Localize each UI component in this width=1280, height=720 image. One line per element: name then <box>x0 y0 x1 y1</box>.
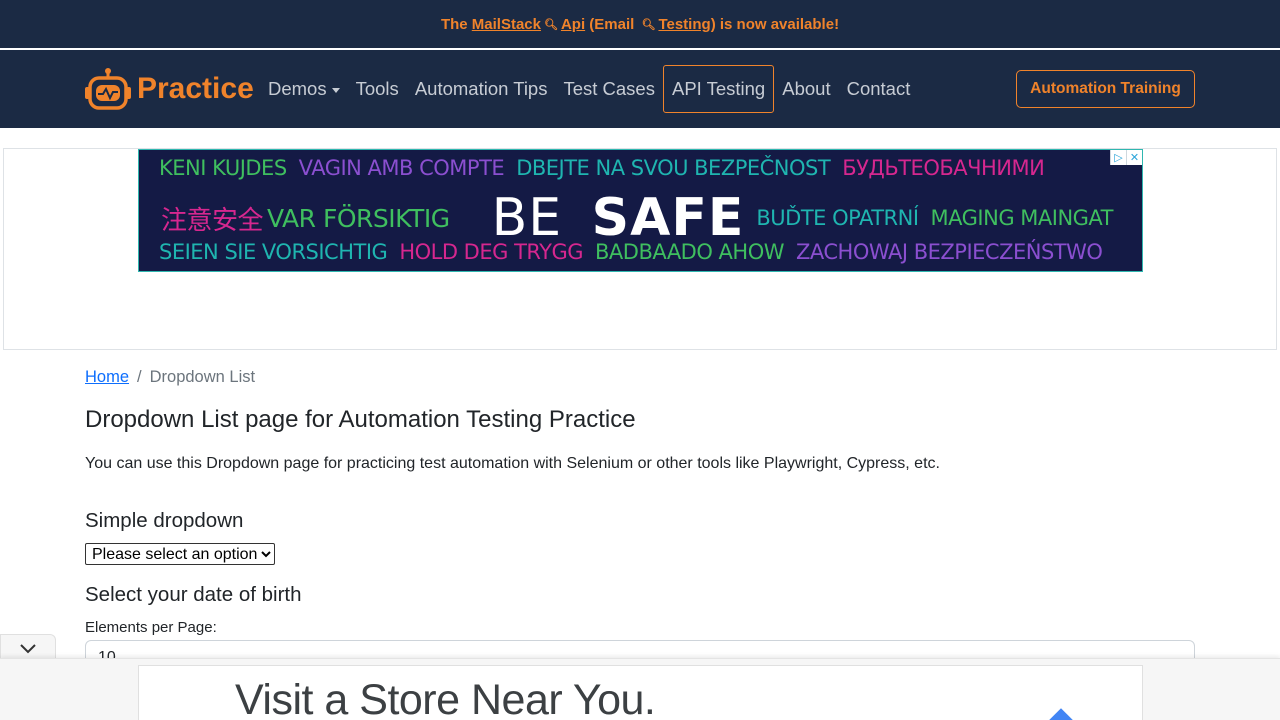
ad-phrase: KENI KUJDES <box>159 156 287 180</box>
main-navbar: Practice Demos Tools Automation Tips Tes… <box>0 50 1280 128</box>
ad-phrase: VAGIN AMB COMPTE <box>298 156 505 180</box>
nav-about[interactable]: About <box>774 65 838 113</box>
collapse-ad-button[interactable] <box>0 634 56 660</box>
ad-phrase: SEIEN SIE VORSICHTIG <box>159 240 388 264</box>
be-safe-ad-banner[interactable]: KENI KUJDES VAGIN AMB COMPTE DBEJTE NA S… <box>138 149 1143 272</box>
chevron-down-icon <box>20 643 36 653</box>
ad-phrase: 注意安全 <box>161 205 264 236</box>
ad-phrase: BADBAADO AHOW <box>595 240 785 264</box>
date-of-birth-heading: Select your date of birth <box>85 583 302 606</box>
ad-row-middle: 注意安全 VAR FÖRSIKTIG BE SAFE BUĎTE OPATRNÍ… <box>161 188 1142 248</box>
ad-phrase: VAR FÖRSIKTIG <box>267 203 450 233</box>
breadcrumb-home-link[interactable]: Home <box>85 368 129 387</box>
nav-test-cases[interactable]: Test Cases <box>555 65 663 113</box>
robot-icon <box>85 68 131 110</box>
mailstack-link[interactable]: MailStack <box>472 16 541 33</box>
breadcrumb-current: Dropdown List <box>149 368 256 386</box>
page-title: Dropdown List page for Automation Testin… <box>85 406 636 433</box>
directions-icon <box>1041 708 1081 720</box>
page-intro: You can use this Dropdown page for pract… <box>85 455 940 472</box>
ad-headline-safe: SAFE <box>591 188 745 248</box>
testing-link[interactable]: Testing <box>658 16 710 33</box>
bottom-ad[interactable]: Visit a Store Near You. <box>138 665 1143 720</box>
nav-demos-label: Demos <box>268 78 327 99</box>
breadcrumb: Home / Dropdown List <box>85 368 255 387</box>
ad-info-icon[interactable]: ▷ <box>1110 150 1126 165</box>
nav-demos-dropdown[interactable]: Demos <box>260 65 348 113</box>
ad-phrase: БУДЬТЕОБАЧНИМИ <box>842 156 1045 180</box>
ad-row-top: KENI KUJDES VAGIN AMB COMPTE DBEJTE NA S… <box>159 156 1142 180</box>
simple-dropdown[interactable]: Please select an option <box>85 543 275 565</box>
ad-phrase: BUĎTE OPATRNÍ <box>756 206 919 230</box>
nav-api-testing[interactable]: API Testing <box>662 65 775 113</box>
ad-headline: BE SAFE <box>492 188 745 248</box>
ad-row-bottom: SEIEN SIE VORSICHTIG HOLD DEG TRYGG BADB… <box>159 240 1142 264</box>
breadcrumb-separator: / <box>137 368 142 386</box>
announcement-prefix: The <box>440 15 472 33</box>
ad-headline-be: BE <box>491 188 563 248</box>
brand-name: Practice <box>137 72 254 105</box>
ad-phrase: ZACHOWAJ BEZPIECZEŃSTWO <box>796 240 1103 264</box>
ad-choices: ▷ ✕ <box>1110 150 1142 165</box>
search-icon: 🔍︎ <box>543 18 558 31</box>
api-link[interactable]: Api <box>561 16 585 33</box>
ad-phrase: MAGING MAINGAT <box>930 206 1114 230</box>
elements-per-page-label: Elements per Page: <box>85 619 217 636</box>
ad-phrase: DBEJTE NA SVOU BEZPEČNOST <box>516 156 831 180</box>
announcement-bar: The MailStack 🔍︎ Api (Email 🔍︎ Testing )… <box>0 0 1280 48</box>
chevron-down-icon <box>331 87 340 93</box>
ad-phrase: HOLD DEG TRYGG <box>399 240 584 264</box>
announcement-suffix: ) is now available! <box>710 15 840 33</box>
bottom-ad-bar: Visit a Store Near You. <box>0 658 1280 720</box>
nav-links: Demos Tools Automation Tips Test Cases A… <box>260 65 918 113</box>
automation-training-button[interactable]: Automation Training <box>1016 70 1195 108</box>
brand-logo[interactable]: Practice <box>85 67 254 111</box>
announcement-middle: (Email <box>585 15 639 33</box>
bottom-ad-text: Visit a Store Near You. <box>235 676 656 720</box>
nav-tools[interactable]: Tools <box>348 65 407 113</box>
nav-contact[interactable]: Contact <box>839 65 919 113</box>
search-icon: 🔍︎ <box>641 18 656 31</box>
simple-dropdown-heading: Simple dropdown <box>85 509 244 532</box>
nav-automation-tips[interactable]: Automation Tips <box>407 65 556 113</box>
close-icon[interactable]: ✕ <box>1126 150 1142 165</box>
